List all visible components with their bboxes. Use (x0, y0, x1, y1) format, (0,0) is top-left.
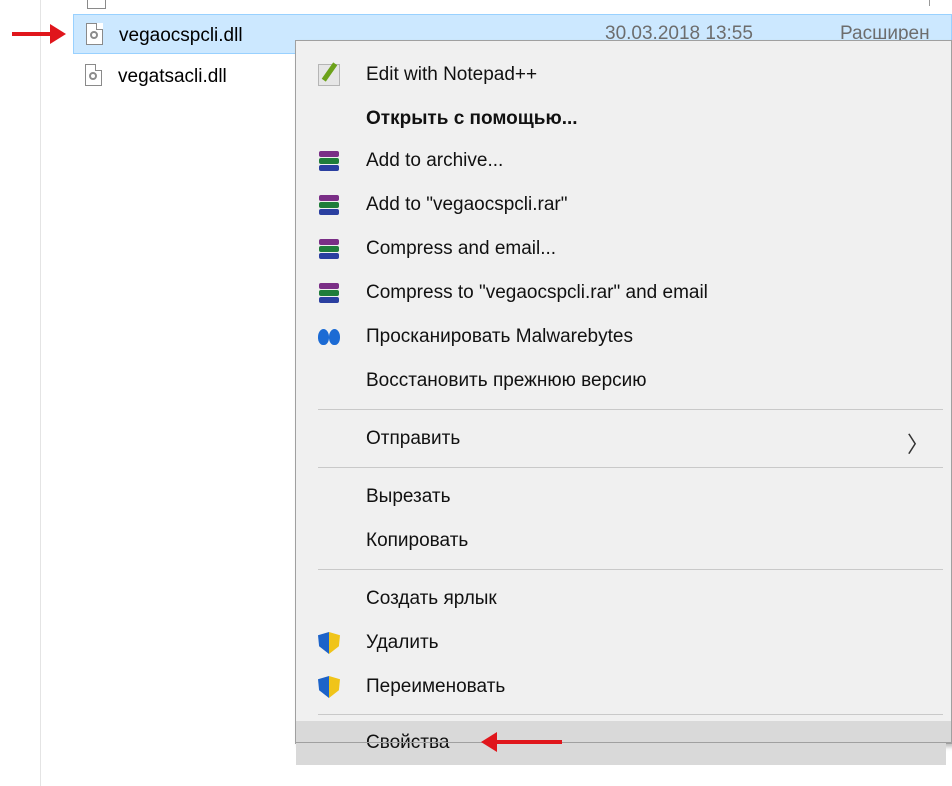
menu-item-label: Отправить (366, 428, 461, 449)
menu-item-label: Переименовать (366, 676, 506, 697)
winrar-icon (318, 194, 340, 216)
menu-item-compress-email[interactable]: Compress and email... (296, 227, 951, 271)
menu-item-scan-malwarebytes[interactable]: Просканировать Malwarebytes (296, 315, 951, 359)
menu-item-properties-highlight[interactable]: Свойства (296, 721, 946, 765)
file-icon-partial (87, 0, 106, 9)
winrar-icon (318, 150, 340, 172)
menu-separator (318, 569, 943, 570)
menu-item-create-shortcut[interactable]: Создать ярлык (296, 577, 951, 621)
chevron-right-icon: 〉 (906, 432, 929, 457)
menu-item-label: Удалить (366, 632, 439, 653)
menu-separator (318, 714, 943, 715)
dll-file-icon (85, 64, 102, 86)
context-menu: Edit with Notepad++ Открыть с помощью...… (295, 40, 952, 744)
menu-item-label: Add to archive... (366, 150, 504, 171)
menu-item-label: Compress and email... (366, 238, 557, 259)
menu-item-rename[interactable]: Переименовать (296, 665, 951, 709)
winrar-icon (318, 238, 340, 260)
menu-item-compress-to-rar-email[interactable]: Compress to "vegaocspcli.rar" and email (296, 271, 951, 315)
explorer-left-divider (40, 0, 41, 786)
menu-item-copy[interactable]: Копировать (296, 519, 951, 563)
menu-item-delete[interactable]: Удалить (296, 621, 951, 665)
menu-item-label: Свойства (366, 732, 450, 753)
menu-item-open-with[interactable]: Открыть с помощью... (296, 97, 951, 141)
uac-shield-icon (318, 676, 340, 698)
menu-item-label: Создать ярлык (366, 588, 497, 609)
menu-separator (318, 409, 943, 410)
menu-item-edit-notepadpp[interactable]: Edit with Notepad++ (296, 53, 951, 97)
menu-item-label: Edit with Notepad++ (366, 64, 538, 85)
file-row[interactable]: vegatsacli.dll (73, 56, 293, 96)
menu-item-label: Add to "vegaocspcli.rar" (366, 194, 568, 215)
file-name: vegatsacli.dll (118, 66, 227, 87)
file-name: vegaocspcli.dll (119, 25, 243, 46)
menu-item-label: Вырезать (366, 486, 451, 507)
column-edge (929, 0, 930, 6)
menu-item-add-to-rar[interactable]: Add to "vegaocspcli.rar" (296, 183, 951, 227)
winrar-icon (318, 282, 340, 304)
menu-item-label: Просканировать Malwarebytes (366, 326, 633, 347)
menu-item-add-to-archive[interactable]: Add to archive... (296, 139, 951, 183)
dll-file-icon (86, 23, 103, 45)
context-menu-bottom-border (296, 742, 951, 743)
uac-shield-icon (318, 632, 340, 654)
menu-item-label: Восстановить прежнюю версию (366, 370, 647, 391)
menu-item-restore-previous[interactable]: Восстановить прежнюю версию (296, 359, 951, 403)
menu-item-send-to[interactable]: Отправить 〉 (296, 417, 951, 461)
annotation-arrow-icon (481, 732, 562, 752)
menu-item-label: Compress to "vegaocspcli.rar" and email (366, 282, 708, 303)
menu-item-cut[interactable]: Вырезать (296, 475, 951, 519)
menu-separator (318, 467, 943, 468)
menu-item-label: Открыть с помощью... (366, 108, 578, 129)
notepad-plus-plus-icon (318, 64, 340, 86)
annotation-arrow-icon (12, 24, 66, 44)
malwarebytes-icon (318, 326, 340, 348)
menu-item-label: Копировать (366, 530, 469, 551)
